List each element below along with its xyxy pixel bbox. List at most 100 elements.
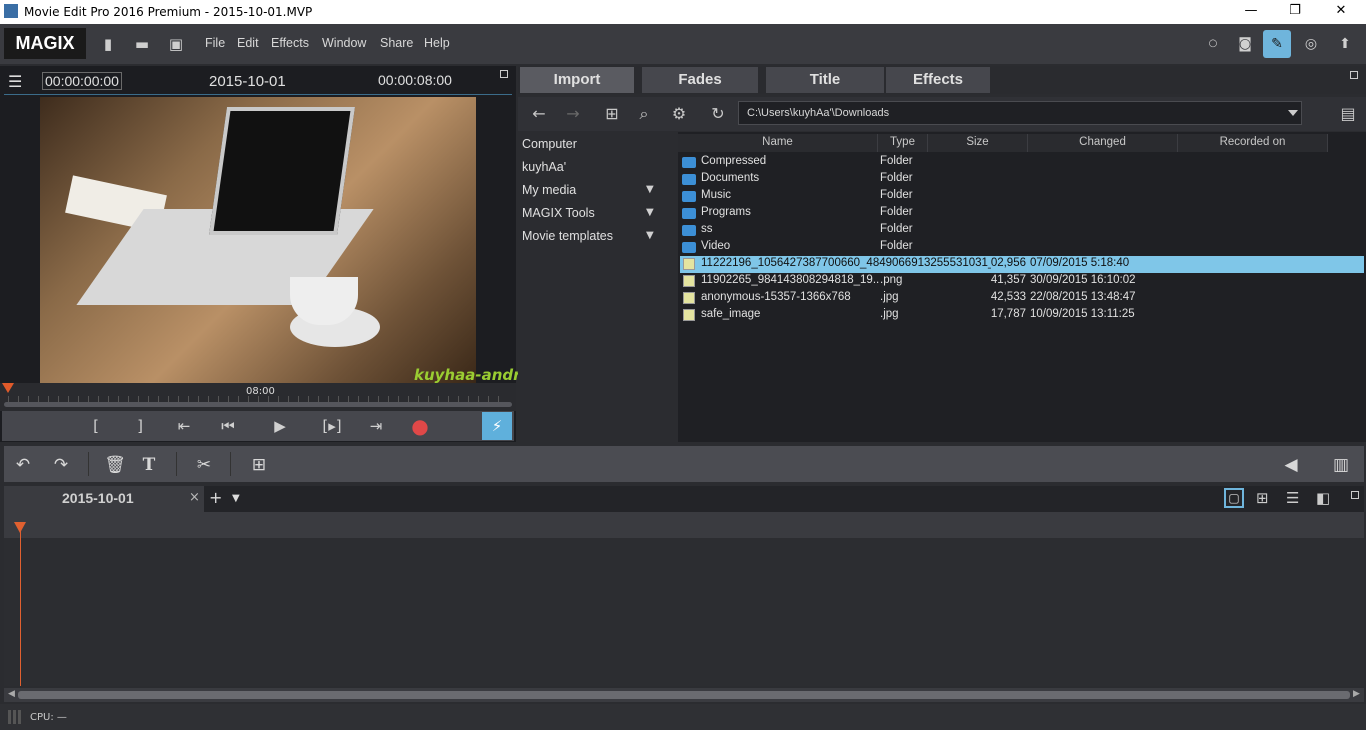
open-folder-icon[interactable]: ▬	[132, 34, 152, 54]
tab-import[interactable]: Import	[520, 67, 634, 93]
add-tab-icon[interactable]: +	[209, 488, 222, 507]
small-circle-icon[interactable]: ○	[1203, 30, 1223, 58]
file-name: ss	[701, 223, 713, 235]
status-bar	[0, 704, 1366, 730]
gear-icon[interactable]: ⚙	[667, 102, 691, 126]
chevron-down-icon[interactable]: ▼	[232, 493, 240, 504]
timeline-track-area[interactable]	[4, 538, 1364, 686]
scroll-right-icon[interactable]: ▶	[1353, 689, 1360, 699]
record-icon[interactable]: ●	[406, 414, 434, 438]
folder-tree-icon[interactable]: ⊞	[600, 102, 624, 126]
column-header-name[interactable]: Name	[678, 134, 878, 152]
search-icon[interactable]: ⌕	[632, 102, 656, 126]
tree-item-my-media[interactable]: My media	[522, 183, 576, 197]
timeline-ruler[interactable]	[4, 512, 1364, 538]
disc-icon[interactable]: ◎	[1297, 30, 1325, 58]
undo-icon[interactable]: ↶	[10, 452, 36, 478]
zoom-scrollbar[interactable]	[4, 402, 512, 407]
tree-item-user[interactable]: kuyhAa'	[522, 160, 566, 174]
play-range-icon[interactable]: [▸]	[318, 414, 346, 438]
file-row[interactable]: safe_image .jpg 17,787 10/09/2015 13:11:25	[680, 307, 1364, 324]
insert-icon[interactable]: ⊞	[246, 452, 272, 478]
back-icon[interactable]: ←	[527, 102, 551, 126]
timeline-view-icon[interactable]: ☰	[1286, 489, 1299, 507]
file-type: .png	[880, 274, 903, 286]
scene-view-icon[interactable]: ⊞	[1256, 489, 1269, 507]
divider	[176, 452, 177, 476]
file-row[interactable]: ss Folder	[680, 222, 1364, 239]
menu-window[interactable]: Window	[322, 36, 366, 50]
save-icon[interactable]: ▣	[166, 34, 186, 54]
file-row[interactable]: Music Folder	[680, 188, 1364, 205]
menu-file[interactable]: File	[205, 36, 225, 50]
tree-item-magix-tools[interactable]: MAGIX Tools	[522, 206, 595, 220]
menu-edit[interactable]: Edit	[237, 36, 259, 50]
refresh-icon[interactable]: ↻	[706, 102, 730, 126]
file-row[interactable]: 11222196_1056427387700660_48490669132555…	[680, 256, 1364, 273]
tab-title[interactable]: Title	[766, 67, 884, 93]
file-row[interactable]: Compressed Folder	[680, 154, 1364, 171]
play-icon[interactable]: ▶	[266, 414, 294, 438]
volume-icon[interactable]: ◀	[1278, 452, 1304, 478]
text-icon[interactable]: T	[136, 452, 162, 478]
preview-maximize-icon[interactable]	[500, 70, 508, 78]
scrub-playhead-icon[interactable]	[2, 383, 14, 393]
tab-effects[interactable]: Effects	[886, 67, 990, 93]
go-to-start-icon[interactable]: ⇤	[170, 414, 198, 438]
media-pool-maximize-icon[interactable]	[1350, 71, 1358, 79]
new-file-icon[interactable]: ▮	[98, 34, 118, 54]
minimize-button[interactable]: —	[1228, 0, 1274, 24]
scrollbar-thumb[interactable]	[18, 691, 1350, 699]
close-button[interactable]: ✕	[1318, 0, 1364, 24]
chevron-down-icon[interactable]: ▼	[646, 207, 656, 218]
scissors-icon[interactable]: ✂	[191, 452, 217, 478]
file-row[interactable]: anonymous-15357-1366x768 .jpg 42,533 22/08/…	[680, 290, 1364, 307]
scroll-left-icon[interactable]: ◀	[8, 689, 15, 699]
tree-item-computer[interactable]: Computer	[522, 137, 577, 151]
tab-fades[interactable]: Fades	[642, 67, 758, 93]
redo-icon[interactable]: ↷	[48, 452, 74, 478]
image-file-icon	[683, 292, 695, 304]
tree-item-movie-templates[interactable]: Movie templates	[522, 229, 613, 243]
menu-help[interactable]: Help	[424, 36, 450, 50]
file-row[interactable]: 11902265_984143808294818_19... .png 41,357…	[680, 273, 1364, 290]
previous-frame-icon[interactable]: ⏮	[214, 414, 242, 438]
upload-icon[interactable]: ⬆	[1331, 30, 1359, 58]
column-header-size[interactable]: Size	[928, 134, 1028, 152]
timeline-maximize-icon[interactable]	[1351, 491, 1359, 499]
hamburger-menu-icon[interactable]: ☰	[8, 72, 22, 91]
column-header-changed[interactable]: Changed	[1028, 134, 1178, 152]
multicam-view-icon[interactable]: ◧	[1316, 489, 1330, 507]
file-row[interactable]: Programs Folder	[680, 205, 1364, 222]
column-header-recorded[interactable]: Recorded on	[1178, 134, 1328, 152]
file-name: Video	[701, 240, 731, 252]
monitor-mode-icon[interactable]: ◙	[1231, 30, 1259, 58]
go-to-end-icon[interactable]: ⇥	[362, 414, 390, 438]
maximize-button[interactable]: ❐	[1272, 0, 1318, 24]
chevron-down-icon[interactable]: ▼	[646, 184, 656, 195]
tab-close-icon[interactable]: ×	[189, 490, 200, 505]
timeline-playhead-line[interactable]	[20, 530, 21, 686]
menu-effects[interactable]: Effects	[271, 36, 309, 50]
file-row[interactable]: Video Folder	[680, 239, 1364, 256]
mark-out-icon[interactable]: ]	[126, 414, 154, 438]
menu-share[interactable]: Share	[380, 36, 413, 50]
view-options-icon[interactable]: ▤	[1336, 102, 1360, 126]
mark-in-icon[interactable]: [	[82, 414, 110, 438]
column-header-type[interactable]: Type	[878, 134, 928, 152]
path-field[interactable]: C:\Users\kuyhAa'\Downloads	[738, 101, 1302, 125]
storyboard-view-icon[interactable]: ▢	[1224, 488, 1244, 508]
timeline-tabbar	[4, 486, 1364, 512]
timecode-start[interactable]: 00:00:00:00	[42, 72, 122, 90]
forward-icon[interactable]: →	[561, 102, 585, 126]
transport-bar	[2, 411, 514, 441]
title-bar: Movie Edit Pro 2016 Premium - 2015-10-01…	[0, 0, 1366, 24]
quick-action-icon[interactable]: ⚡	[482, 412, 512, 440]
delete-icon[interactable]: 🗑	[102, 452, 128, 478]
edit-mode-icon[interactable]: ✎	[1263, 30, 1291, 58]
file-row[interactable]: Documents Folder	[680, 171, 1364, 188]
mixer-icon[interactable]: ▥	[1328, 452, 1354, 478]
path-dropdown-icon[interactable]	[1288, 110, 1298, 116]
chevron-down-icon[interactable]: ▼	[646, 230, 656, 241]
file-type: Folder	[880, 240, 913, 252]
